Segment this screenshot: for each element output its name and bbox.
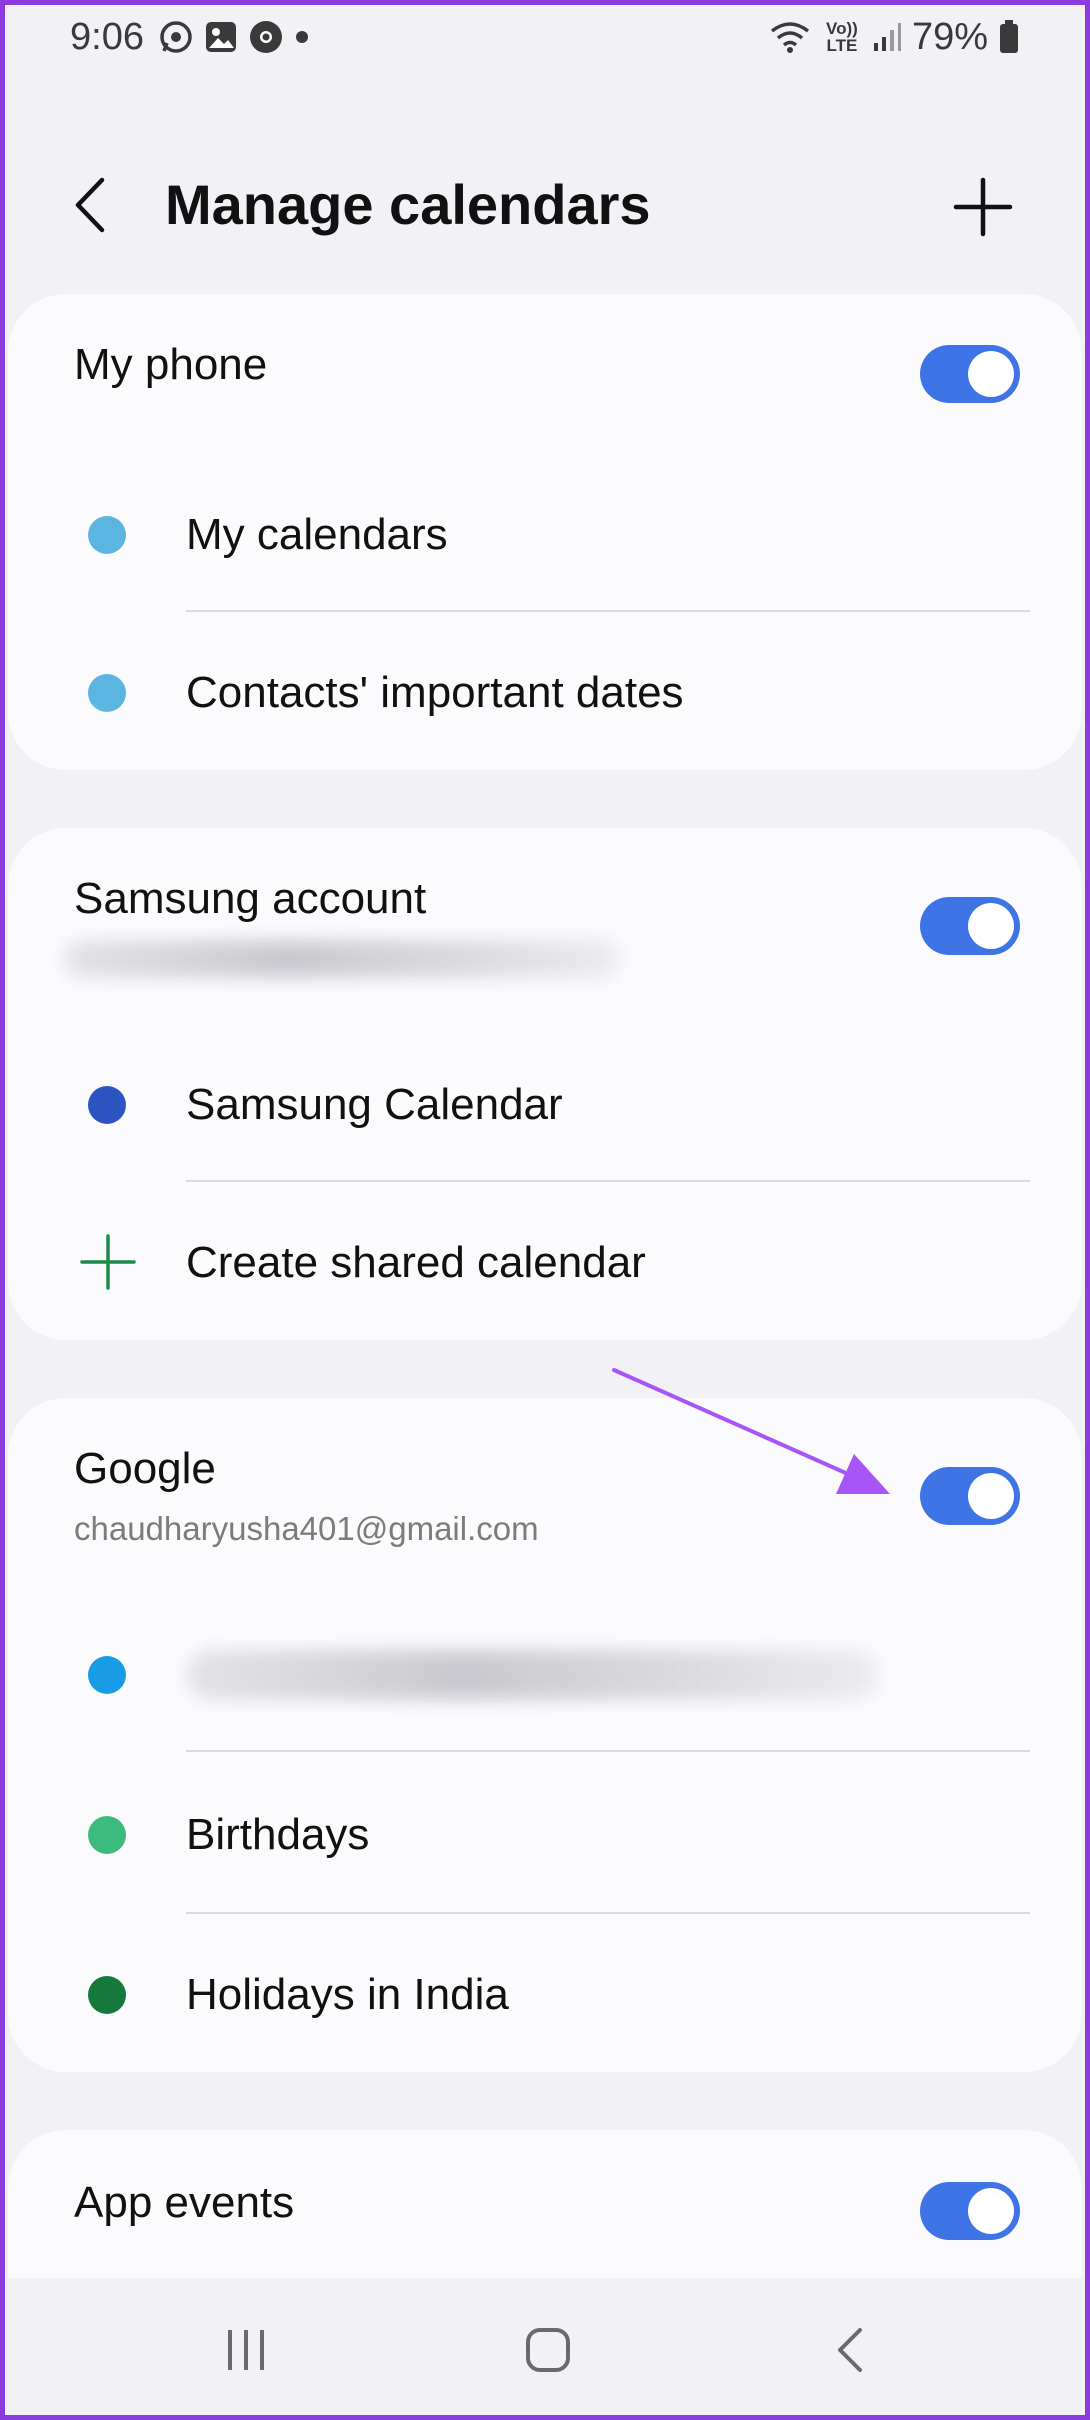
calendar-color-dot [88, 674, 126, 712]
battery-percent: 79% [911, 15, 988, 58]
calendar-item-google-account[interactable] [8, 1594, 1082, 1754]
calendar-color-dot [88, 1816, 126, 1854]
calendar-label: My calendars [186, 510, 448, 559]
app-events-toggle[interactable] [920, 2182, 1020, 2240]
recent-apps-button[interactable] [216, 2320, 276, 2380]
add-calendar-button[interactable] [948, 172, 1018, 242]
toggle-knob [968, 2188, 1014, 2234]
calendar-item-holidays-india[interactable]: Holidays in India [8, 1914, 1082, 2074]
create-shared-calendar-button[interactable]: Create shared calendar [8, 1182, 1082, 1342]
blurred-account-email [64, 940, 620, 978]
notification-dot-icon [294, 29, 310, 45]
signal-icon [872, 21, 902, 53]
toggle-knob [968, 1473, 1014, 1519]
system-navigation-bar [0, 2278, 1090, 2420]
home-button[interactable] [518, 2320, 578, 2380]
back-button[interactable] [60, 170, 130, 240]
google-account-toggle[interactable] [920, 1467, 1020, 1525]
blurred-calendar-name [186, 1650, 878, 1700]
page-title: Manage calendars [165, 173, 651, 236]
divider [186, 1750, 1030, 1752]
status-bar: 9:06 Vo)) LTE 79% [0, 0, 1090, 74]
section-title: App events [74, 2178, 295, 2227]
chevron-left-icon [75, 177, 105, 233]
plus-icon [80, 1234, 136, 1290]
back-nav-button[interactable] [822, 2320, 882, 2380]
recent-apps-icon [228, 2330, 264, 2370]
samsung-account-section: Samsung account Samsung Calendar Create … [8, 828, 1082, 1340]
calendar-label: Create shared calendar [186, 1238, 646, 1287]
chrome-icon [248, 19, 284, 55]
calendar-label: Holidays in India [186, 1970, 509, 2019]
my-phone-section: My phone My calendars Contacts' importan… [8, 294, 1082, 770]
calendar-color-dot [88, 1976, 126, 2014]
section-title: Samsung account [74, 874, 427, 923]
google-section: Google chaudharyusha401@gmail.com Birthd… [8, 1398, 1082, 2072]
whatsapp-icon [158, 19, 194, 55]
home-icon [526, 2328, 570, 2372]
calendar-label: Contacts' important dates [186, 668, 684, 717]
toggle-knob [968, 351, 1014, 397]
google-account-email: chaudharyusha401@gmail.com [74, 1510, 539, 1547]
calendar-color-dot [88, 516, 126, 554]
calendar-item-my-calendars[interactable]: My calendars [8, 454, 1082, 614]
back-icon [838, 2328, 862, 2372]
toggle-knob [968, 903, 1014, 949]
calendar-label: Birthdays [186, 1810, 370, 1859]
samsung-account-toggle[interactable] [920, 897, 1020, 955]
status-time: 9:06 [70, 15, 144, 58]
calendar-item-samsung-calendar[interactable]: Samsung Calendar [8, 1024, 1082, 1184]
calendar-item-contacts-dates[interactable]: Contacts' important dates [8, 612, 1082, 772]
calendar-item-birthdays[interactable]: Birthdays [8, 1754, 1082, 1914]
app-header: Manage calendars [0, 140, 1090, 270]
plus-icon [953, 177, 1013, 237]
section-title: Google [74, 1444, 216, 1493]
battery-icon [998, 19, 1020, 55]
calendar-label: Samsung Calendar [186, 1080, 563, 1129]
volte-icon: Vo)) LTE [826, 19, 858, 55]
wifi-icon [768, 19, 812, 55]
section-title: My phone [74, 340, 268, 389]
calendar-color-dot [88, 1656, 126, 1694]
gallery-icon [204, 20, 238, 54]
calendar-color-dot [88, 1086, 126, 1124]
my-phone-toggle[interactable] [920, 345, 1020, 403]
